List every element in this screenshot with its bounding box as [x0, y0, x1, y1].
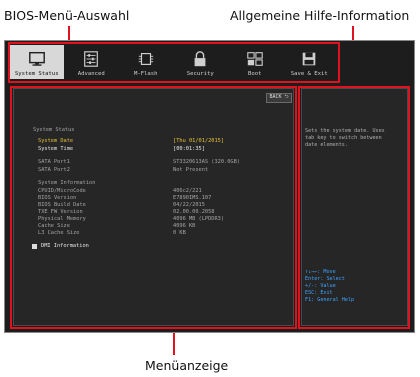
highlight-menu-display — [10, 86, 297, 329]
callout-general-help: Allgemeine Hilfe-Information — [230, 8, 410, 23]
highlight-help-panel — [298, 86, 410, 329]
highlight-menu-bar — [8, 42, 340, 83]
callout-menu-select: BIOS-Menü-Auswahl — [4, 8, 130, 23]
callout-menu-display: Menüanzeige — [145, 358, 229, 373]
